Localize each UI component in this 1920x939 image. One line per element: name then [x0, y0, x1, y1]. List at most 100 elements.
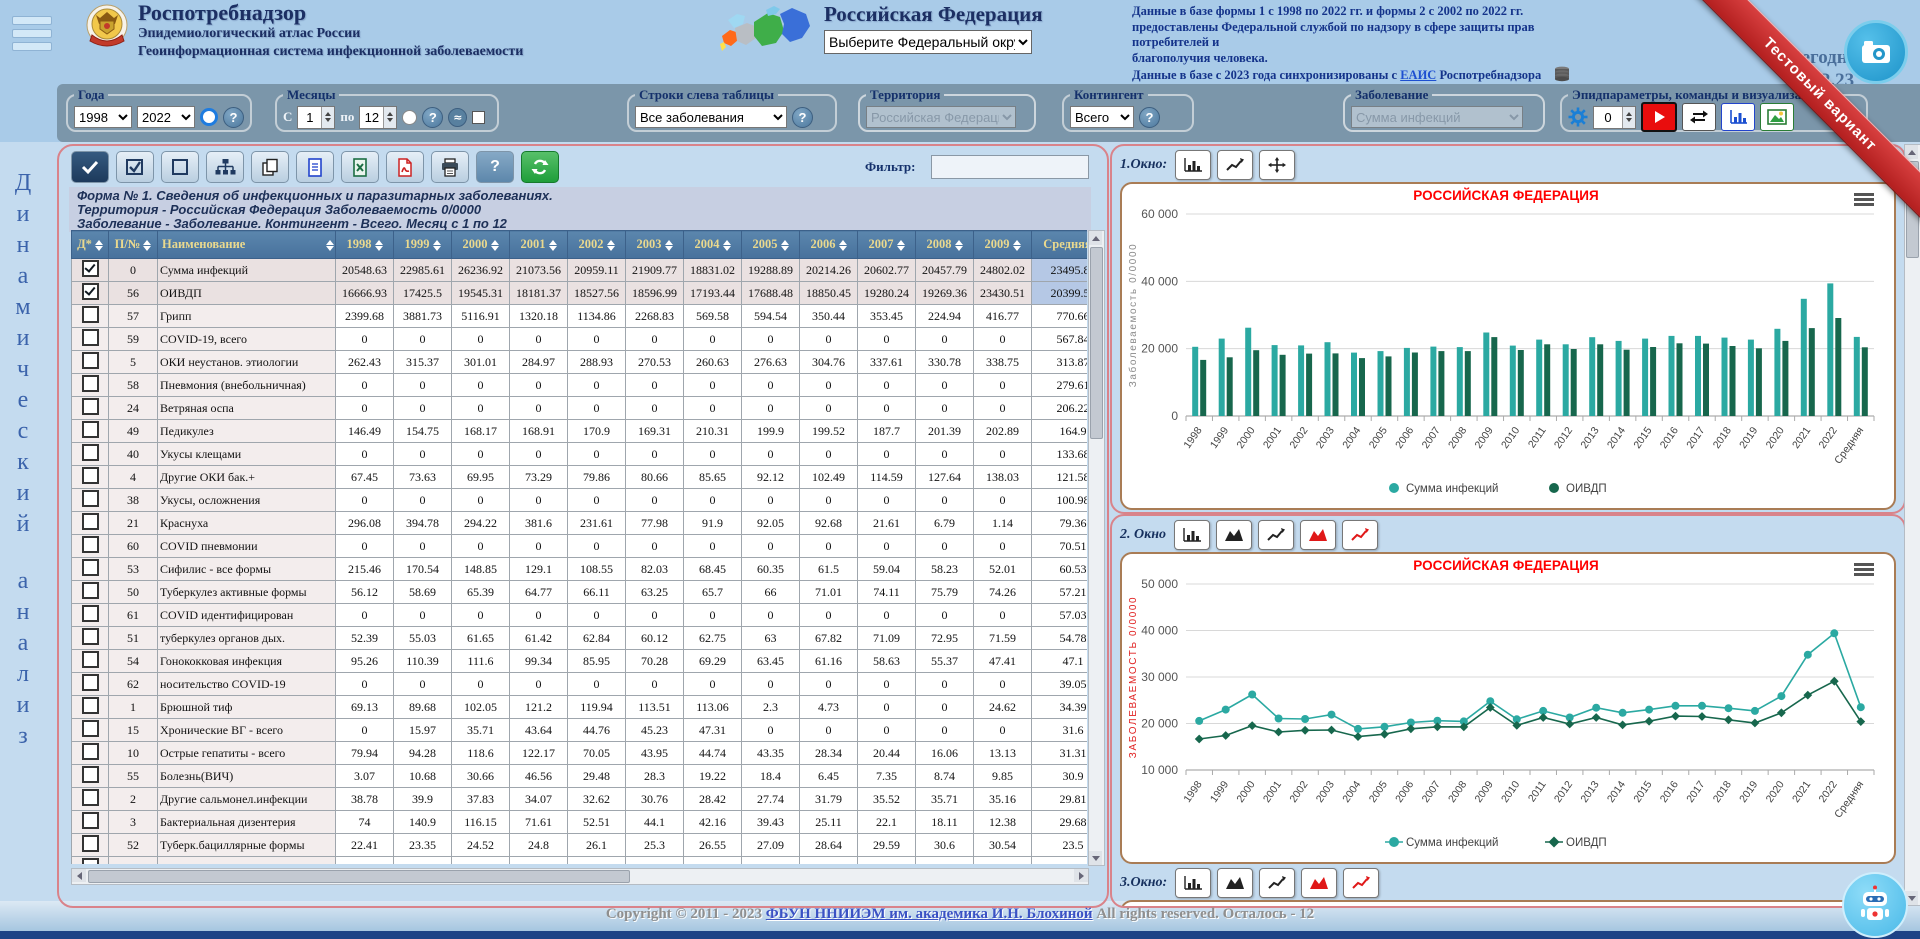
uncheck-all-button[interactable]: [161, 151, 199, 183]
institute-link[interactable]: ФБУН ННИИЭМ им. академика И.Н. Блохиной: [766, 906, 1093, 922]
sort-arrows-icon[interactable]: [1013, 240, 1021, 251]
year-to-select[interactable]: 2022: [137, 106, 195, 128]
table-row[interactable]: 51туберкулез органов дых.52.3955.0361.65…: [72, 627, 1088, 650]
loop-button[interactable]: [1682, 103, 1716, 131]
sort-arrows-icon[interactable]: [665, 240, 673, 251]
table-row[interactable]: 55Болезнь(ВИЧ)3.0710.6830.6646.5629.4828…: [72, 765, 1088, 788]
disease-select[interactable]: Сумма инфекций: [1351, 106, 1523, 128]
row-checkbox[interactable]: [82, 421, 99, 438]
col-header-year[interactable]: 2001: [510, 231, 568, 259]
row-checkbox[interactable]: [82, 444, 99, 461]
document-export-button[interactable]: [296, 151, 334, 183]
epid-counter-stepper[interactable]: 0: [1593, 106, 1636, 129]
row-checkbox[interactable]: [82, 375, 99, 392]
check-all-button[interactable]: [71, 151, 109, 183]
sort-arrows-icon[interactable]: [723, 240, 731, 251]
sort-arrows-icon[interactable]: [326, 240, 334, 251]
row-checkbox[interactable]: [82, 582, 99, 599]
screenshot-camera-button[interactable]: [1844, 20, 1908, 84]
page-vscroll-thumb[interactable]: [1906, 161, 1919, 258]
table-row[interactable]: 15Хронические ВГ - всего015.9735.7143.64…: [72, 719, 1088, 742]
sort-arrows-icon[interactable]: [375, 240, 383, 251]
col-header-year[interactable]: 2003: [626, 231, 684, 259]
months-wave-button[interactable]: ≈: [448, 108, 467, 127]
row-checkbox[interactable]: [82, 490, 99, 507]
month-from-stepper[interactable]: 1: [297, 106, 335, 129]
table-row[interactable]: 1Брюшной тиф69.1389.68102.05121.2119.941…: [72, 696, 1088, 719]
row-checkbox[interactable]: [82, 789, 99, 806]
row-checkbox[interactable]: [82, 628, 99, 645]
row-checkbox[interactable]: [82, 260, 99, 277]
sort-arrows-icon[interactable]: [897, 240, 905, 251]
col-header-year[interactable]: 1999: [394, 231, 452, 259]
play-button[interactable]: [1641, 102, 1677, 132]
page-vertical-scrollbar[interactable]: [1904, 144, 1920, 906]
table-row[interactable]: 52Туберк.бациллярные формы22.4123.3524.5…: [72, 834, 1088, 857]
vscroll-thumb[interactable]: [1090, 247, 1103, 439]
sort-arrows-icon[interactable]: [781, 240, 789, 251]
scroll-left-icon[interactable]: [72, 869, 86, 882]
row-checkbox[interactable]: [82, 352, 99, 369]
row-checkbox[interactable]: [82, 306, 99, 323]
row-checkbox[interactable]: [82, 858, 99, 865]
col-header-year[interactable]: 2008: [916, 231, 974, 259]
table-row[interactable]: 0Сумма инфекций20548.6322985.6126236.922…: [72, 259, 1088, 282]
row-checkbox[interactable]: [82, 720, 99, 737]
sort-arrows-icon[interactable]: [95, 240, 103, 251]
w3-bar-chart-button[interactable]: [1175, 868, 1211, 898]
w1-move-button[interactable]: [1259, 150, 1295, 180]
w2-line-red-button[interactable]: [1342, 520, 1378, 550]
federal-district-select[interactable]: Выберите Федеральный округ: [824, 30, 1032, 54]
row-checkbox[interactable]: [82, 743, 99, 760]
hamburger-menu-icon[interactable]: [12, 16, 52, 55]
w2-bar-chart-button[interactable]: [1174, 520, 1210, 550]
table-row[interactable]: 3900000000000018.63: [72, 857, 1088, 865]
col-header-year[interactable]: 2007: [858, 231, 916, 259]
row-checkbox[interactable]: [82, 605, 99, 622]
sort-arrows-icon[interactable]: [433, 240, 441, 251]
territory-select[interactable]: Российская Федерация: [866, 106, 1016, 128]
col-header-average[interactable]: Средняя: [1032, 231, 1088, 259]
table-row[interactable]: 40Укусы клещами000000000000133.68: [72, 443, 1088, 466]
table-row[interactable]: 10Острые гепатиты - всего79.9494.28118.6…: [72, 742, 1088, 765]
w1-bar-chart-button[interactable]: [1175, 150, 1211, 180]
table-row[interactable]: 57Грипп2399.683881.735116.911320.181134.…: [72, 305, 1088, 328]
print-button[interactable]: [431, 151, 469, 183]
sort-arrows-icon[interactable]: [143, 240, 151, 251]
w3-area-red-button[interactable]: [1301, 868, 1337, 898]
table-row[interactable]: 5ОКИ неустанов. этиологии262.43315.37301…: [72, 351, 1088, 374]
russia-map-icon[interactable]: [716, 2, 814, 60]
table-row[interactable]: 58Пневмония (внебольничная)0000000000002…: [72, 374, 1088, 397]
pdf-export-button[interactable]: [386, 151, 424, 183]
rows-filter-select[interactable]: Все заболевания: [635, 106, 787, 128]
row-checkbox[interactable]: [82, 651, 99, 668]
col-header-check[interactable]: Д*: [72, 231, 109, 259]
w3-area-chart-button[interactable]: [1217, 868, 1253, 898]
table-horizontal-scrollbar[interactable]: [71, 868, 1089, 885]
scroll-up-icon[interactable]: [1905, 145, 1918, 159]
table-row[interactable]: 50Туберкулез активные формы56.1258.6965.…: [72, 581, 1088, 604]
col-header-year[interactable]: 2002: [568, 231, 626, 259]
col-header-name[interactable]: Наименование: [158, 231, 336, 259]
table-row[interactable]: 60COVID пневмонии00000000000070.51: [72, 535, 1088, 558]
row-checkbox[interactable]: [82, 766, 99, 783]
sort-arrows-icon[interactable]: [955, 240, 963, 251]
table-scroll-area[interactable]: Д*П/№Наименование19981999200020012002200…: [71, 230, 1087, 864]
row-checkbox[interactable]: [82, 398, 99, 415]
w2-area-red-button[interactable]: [1300, 520, 1336, 550]
table-row[interactable]: 61COVID идентифицирован00000000000057.03: [72, 604, 1088, 627]
contingent-help-button[interactable]: ?: [1139, 107, 1160, 128]
table-row[interactable]: 59COVID-19, всего000000000000567.84: [72, 328, 1088, 351]
year-from-select[interactable]: 1998: [74, 106, 132, 128]
col-header-year[interactable]: 2006: [800, 231, 858, 259]
col-header-year[interactable]: 2009: [974, 231, 1032, 259]
row-checkbox[interactable]: [82, 467, 99, 484]
w2-line-chart-button[interactable]: [1258, 520, 1294, 550]
row-checkbox[interactable]: [82, 835, 99, 852]
table-refresh-button[interactable]: [521, 151, 559, 183]
chart-button[interactable]: [1721, 103, 1755, 131]
tree-view-button[interactable]: [206, 151, 244, 183]
sort-arrows-icon[interactable]: [491, 240, 499, 251]
row-checkbox[interactable]: [82, 283, 99, 300]
col-header-year[interactable]: 1998: [336, 231, 394, 259]
